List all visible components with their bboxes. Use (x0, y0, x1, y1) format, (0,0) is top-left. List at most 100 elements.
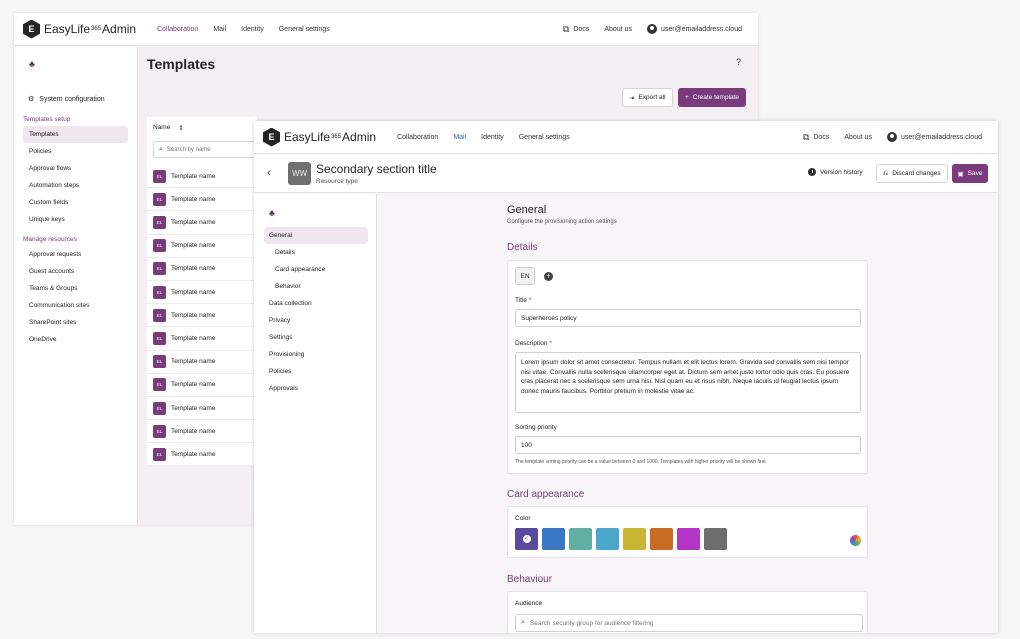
section-nav-provisioning[interactable]: Provisioning (264, 346, 368, 363)
brand-name: EasyLife365Admin (284, 130, 377, 144)
section-nav-approvals[interactable]: Approvals (264, 380, 368, 397)
section-nav-data-collection[interactable]: Data collection (264, 295, 368, 312)
sidebar-item-templates[interactable]: Templates (23, 126, 128, 143)
search-icon: ⌕ (521, 619, 525, 626)
nav-identity[interactable]: Identity (481, 134, 504, 141)
editor-content: General Configure the provisioning actio… (378, 194, 998, 633)
template-badge-icon: EL (153, 215, 166, 229)
color-palette-icon[interactable] (850, 535, 861, 546)
brand-logo[interactable]: E EasyLife365Admin (23, 19, 137, 39)
table-row[interactable]: EL Template name (147, 351, 257, 374)
search-icon: ⌕ (159, 145, 163, 153)
sidebar-item-system-configuration[interactable]: ⚙ System configuration (28, 95, 105, 104)
user-menu[interactable]: user@emailaddress.cloud (646, 24, 742, 34)
table-row[interactable]: EL Template name (147, 165, 257, 189)
sidebar-item-custom-fields[interactable]: Custom fields (23, 194, 128, 211)
table-row[interactable]: EL Template name (147, 327, 257, 351)
table-row[interactable]: EL Template name (147, 443, 257, 467)
color-swatch[interactable] (650, 528, 673, 550)
name-column-header[interactable]: Name ⇕ (153, 124, 184, 132)
template-badge-icon: EL (153, 378, 166, 392)
section-nav-general[interactable]: General (264, 227, 368, 244)
template-badge-icon: EL (153, 401, 166, 415)
sidebar-item-teams-groups[interactable]: Teams & Groups (23, 280, 128, 297)
about-link[interactable]: About us (844, 134, 872, 141)
top-right-actions: ⧉ Docs About us user@emailaddress.cloud (563, 24, 742, 35)
sidebar-item-guest-accounts[interactable]: Guest accounts (23, 263, 128, 280)
sidebar-item-policies[interactable]: Policies (23, 143, 128, 160)
sidebar-item-unique-keys[interactable]: Unique keys (23, 211, 128, 228)
table-row[interactable]: EL Template name (147, 420, 257, 444)
color-swatch[interactable]: ✓ (515, 528, 538, 550)
docs-link[interactable]: ⧉ Docs (563, 24, 589, 35)
description-field[interactable]: Lorem ipsum dolor sit amet consectetur. … (515, 352, 861, 413)
title-field[interactable]: Superheroes policy (515, 309, 861, 327)
template-name: Template name (171, 334, 216, 342)
group-label-templates-setup: Templates setup (23, 116, 71, 123)
help-icon[interactable]: ? (736, 57, 741, 67)
table-row[interactable]: EL Template name (147, 235, 257, 258)
color-swatch[interactable] (569, 528, 592, 550)
template-badge-icon: EL (153, 285, 166, 299)
audience-search-input[interactable]: ⌕ Search security group for audience filt… (515, 614, 863, 632)
export-all-button[interactable]: ⇥ Export all (622, 88, 673, 107)
section-nav-card-appearance[interactable]: Card appearance (275, 266, 325, 273)
easylife-logo-icon: E (23, 19, 40, 39)
sidebar-item-approval-requests[interactable]: Approval requests (23, 246, 128, 263)
sidebar-item-sharepoint-sites[interactable]: SharePoint sites (23, 314, 128, 331)
section-nav-policies[interactable]: Policies (264, 363, 368, 380)
nav-identity[interactable]: Identity (241, 26, 264, 33)
nav-collaboration[interactable]: Collaboration (397, 134, 438, 141)
sidebar-item-onedrive[interactable]: OneDrive (23, 331, 128, 348)
docs-link[interactable]: ⧉ Docs (803, 132, 829, 143)
add-language-icon[interactable]: + (544, 272, 553, 281)
nav-general-settings[interactable]: General settings (279, 26, 330, 33)
nav-mail[interactable]: Mail (213, 26, 226, 33)
color-swatch[interactable] (596, 528, 619, 550)
color-swatch[interactable] (623, 528, 646, 550)
table-row[interactable]: EL Template name (147, 374, 257, 397)
behaviour-heading: Behaviour (507, 574, 553, 585)
section-nav-details[interactable]: Details (275, 249, 295, 256)
user-menu[interactable]: user@emailaddress.cloud (886, 132, 982, 142)
section-nav-privacy[interactable]: Privacy (264, 312, 368, 329)
brand-logo[interactable]: E EasyLife365Admin (263, 127, 377, 147)
table-row[interactable]: EL Template name (147, 211, 257, 235)
search-input[interactable]: ⌕ Search by name (153, 141, 263, 158)
template-name: Template name (171, 450, 216, 458)
version-history-button[interactable]: Version history (808, 168, 863, 176)
general-heading: General (507, 204, 547, 216)
section-nav-settings[interactable]: Settings (264, 329, 368, 346)
section-nav: ♣ General Details Card appearance Behavi… (254, 194, 377, 633)
template-badge-icon: EL (153, 355, 166, 369)
create-template-button[interactable]: + Create template (678, 88, 747, 107)
color-swatch[interactable] (677, 528, 700, 550)
table-row[interactable]: EL Template name (147, 188, 257, 212)
nav-collaboration[interactable]: Collaboration (157, 26, 198, 33)
color-label: Color (515, 515, 531, 522)
sidebar-item-approval-flows[interactable]: Approval flows (23, 160, 128, 177)
template-name: Template name (171, 265, 216, 273)
brand-name: EasyLife365Admin (44, 22, 137, 36)
color-swatch[interactable] (704, 528, 727, 550)
template-name: Template name (171, 172, 216, 180)
back-arrow-icon[interactable]: ‹ (267, 167, 271, 179)
about-link[interactable]: About us (604, 26, 632, 33)
sidebar-item-communication-sites[interactable]: Communication sites (23, 297, 128, 314)
save-button[interactable]: ▣ Save (952, 164, 988, 183)
table-row[interactable]: EL Template name (147, 397, 257, 421)
nav-general-settings[interactable]: General settings (519, 134, 570, 141)
language-tab-en[interactable]: EN (515, 267, 535, 285)
sidebar-item-automation-steps[interactable]: Automation steps (23, 177, 128, 194)
table-row[interactable]: EL Template name (147, 258, 257, 281)
table-row[interactable]: EL Template name (147, 304, 257, 328)
save-icon: ▣ (957, 170, 964, 178)
gear-icon: ⚙ (28, 96, 35, 103)
user-avatar-icon (886, 132, 897, 142)
section-nav-behavior[interactable]: Behavior (275, 283, 301, 290)
sorting-priority-field[interactable]: 100 (515, 436, 861, 454)
discard-changes-button[interactable]: ⎌ Discard changes (876, 164, 948, 183)
table-row[interactable]: EL Template name (147, 281, 257, 305)
nav-mail[interactable]: Mail (453, 134, 466, 141)
color-swatch[interactable] (542, 528, 565, 550)
